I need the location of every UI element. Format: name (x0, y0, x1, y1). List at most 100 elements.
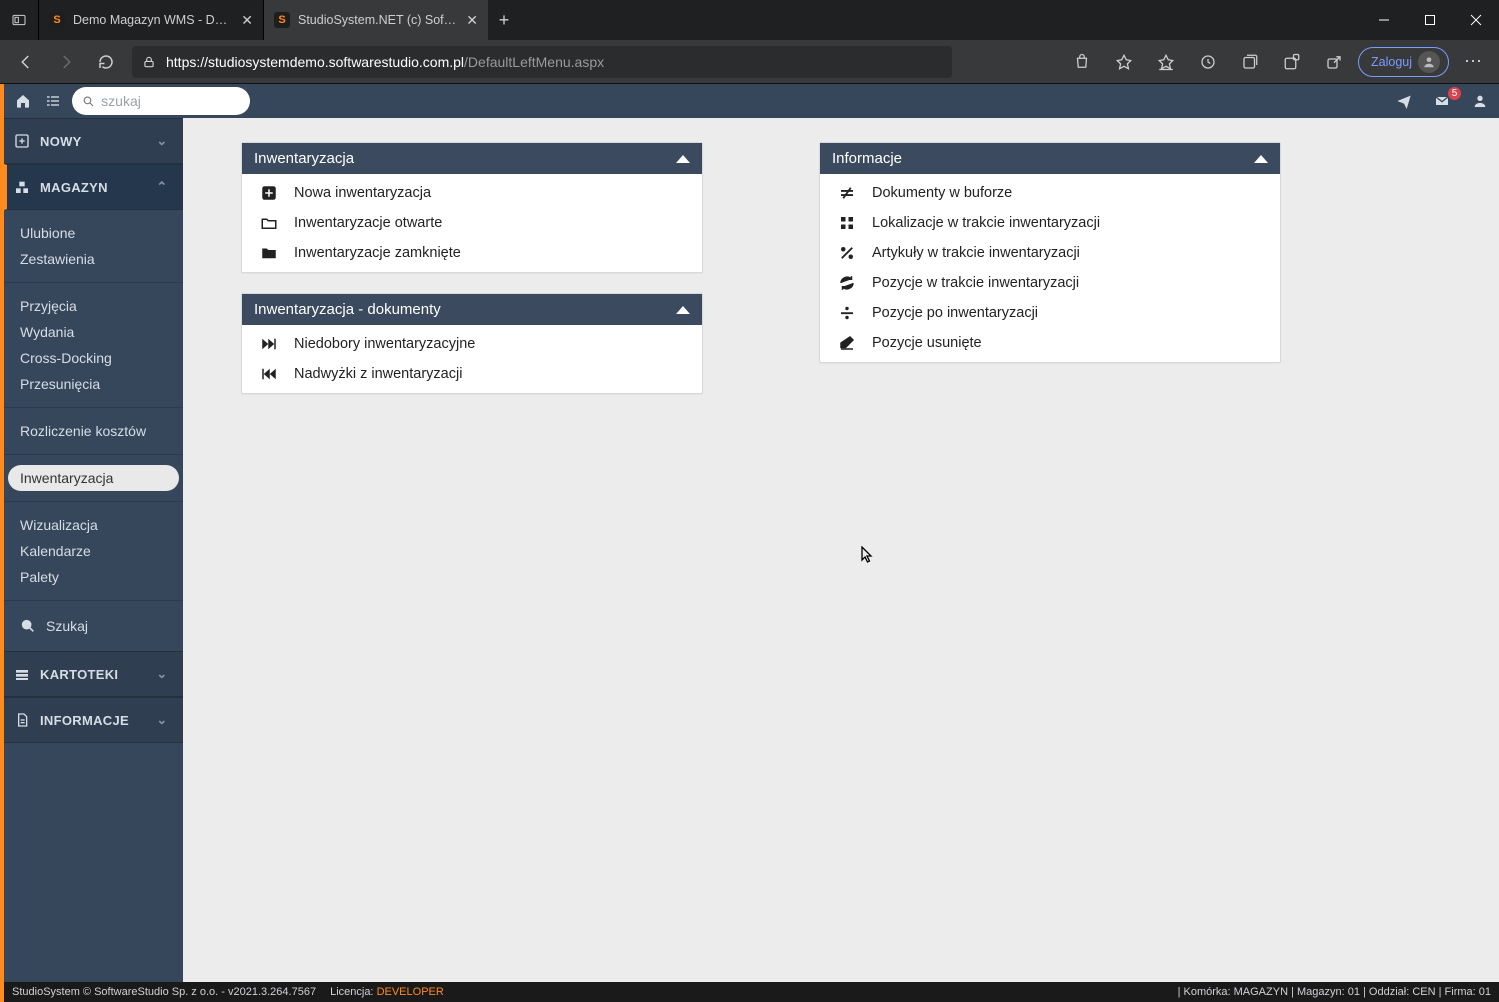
folder-open-icon (258, 214, 280, 232)
nav-forward-button[interactable] (48, 44, 84, 80)
panel-header[interactable]: Informacje (820, 143, 1280, 174)
status-context: | Komórka: MAGAZYN | Magazyn: 01 | Oddzi… (1178, 986, 1491, 998)
status-license: Licencja: DEVELOPER (330, 986, 444, 998)
browser-titlebar: S Demo Magazyn WMS - Demo o… ✕ S StudioS… (0, 0, 1499, 40)
tab-close-icon[interactable]: ✕ (466, 12, 478, 29)
sidebar-item-palety[interactable]: Palety (8, 564, 179, 590)
window-minimize-button[interactable] (1361, 0, 1407, 40)
refresh-icon (836, 274, 858, 292)
panel-header[interactable]: Inwentaryzacja (242, 143, 702, 174)
row-dokumenty-bufor[interactable]: Dokumenty w buforze (820, 178, 1280, 208)
main-content: Inwentaryzacja Nowa inwentaryzacja Inwen… (183, 118, 1499, 982)
eraser-icon (836, 334, 858, 352)
favicon-icon: S (49, 12, 65, 28)
mail-badge: 5 (1448, 87, 1461, 100)
extensions-icon[interactable] (1274, 44, 1310, 80)
browser-menu-button[interactable]: ⋯ (1455, 44, 1491, 80)
window-close-button[interactable] (1453, 0, 1499, 40)
row-lokalizacje[interactable]: Lokalizacje w trakcie inwentaryzacji (820, 208, 1280, 238)
plus-box-icon (258, 184, 280, 202)
sidebar-item-przyjecia[interactable]: Przyjęcia (8, 293, 179, 319)
search-input[interactable] (101, 93, 240, 109)
url-host: https://studiosystemdemo.softwarestudio.… (166, 54, 604, 70)
sidebar-item-ulubione[interactable]: Ulubione (8, 220, 179, 246)
sidebar-item-szukaj[interactable]: Szukaj (8, 611, 179, 641)
search-icon (82, 94, 95, 109)
toggle-menu-icon[interactable] (42, 90, 64, 112)
sidebar: NOWY ⌄ MAGAZYN ⌃ Ulubione Zestawienia Pr… (4, 118, 183, 982)
row-pozycje-po[interactable]: Pozycje po inwentaryzacji (820, 298, 1280, 328)
collapse-icon[interactable] (1254, 155, 1268, 163)
search-box[interactable] (72, 87, 250, 115)
cat-label: MAGAZYN (40, 180, 108, 195)
collections-icon[interactable] (1232, 44, 1268, 80)
window-maximize-button[interactable] (1407, 0, 1453, 40)
chevron-up-icon: ⌃ (151, 179, 173, 195)
row-nadwyzki[interactable]: Nadwyżki z inwentaryzacji (242, 359, 702, 389)
divide-icon (836, 304, 858, 322)
row-inwentaryzacje-otwarte[interactable]: Inwentaryzacje otwarte (242, 208, 702, 238)
row-inwentaryzacje-zamkniete[interactable]: Inwentaryzacje zamknięte (242, 238, 702, 268)
collapse-icon[interactable] (676, 306, 690, 314)
not-equal-icon (836, 184, 858, 202)
home-icon[interactable] (12, 90, 34, 112)
nav-reload-button[interactable] (88, 44, 124, 80)
tab-title: StudioSystem.NET (c) SoftwareSt… (298, 13, 458, 27)
panel-inwentaryzacja: Inwentaryzacja Nowa inwentaryzacja Inwen… (241, 142, 703, 273)
sidebar-cat-informacje[interactable]: INFORMACJE ⌄ (4, 697, 183, 743)
share-icon[interactable] (1316, 44, 1352, 80)
tab-close-icon[interactable]: ✕ (241, 12, 253, 29)
cat-label: KARTOTEKI (40, 667, 118, 682)
tab-overview-button[interactable] (0, 0, 38, 40)
favorites-bar-icon[interactable] (1148, 44, 1184, 80)
grid-icon (836, 214, 858, 232)
panel-title: Informacje (832, 150, 902, 167)
panel-informacje: Informacje Dokumenty w buforze Lokalizac… (819, 142, 1281, 363)
panel-title: Inwentaryzacja (254, 150, 354, 167)
sidebar-cat-nowy[interactable]: NOWY ⌄ (4, 118, 183, 164)
panel-dokumenty: Inwentaryzacja - dokumenty Niedobory inw… (241, 293, 703, 394)
favorite-icon[interactable] (1106, 44, 1142, 80)
sidebar-item-crossdocking[interactable]: Cross-Docking (8, 345, 179, 371)
lock-icon (142, 55, 156, 69)
send-icon[interactable] (1393, 90, 1415, 112)
login-label: Zaloguj (1371, 55, 1412, 69)
chevron-down-icon: ⌄ (151, 712, 173, 728)
rewind-icon (258, 365, 280, 383)
sidebar-item-przesuniecia[interactable]: Przesunięcia (8, 371, 179, 397)
sidebar-item-kalendarze[interactable]: Kalendarze (8, 538, 179, 564)
browser-login-button[interactable]: Zaloguj (1358, 47, 1449, 77)
row-pozycje-usuniete[interactable]: Pozycje usunięte (820, 328, 1280, 358)
panel-title: Inwentaryzacja - dokumenty (254, 301, 441, 318)
browser-address-bar: https://studiosystemdemo.softwarestudio.… (0, 40, 1499, 84)
sidebar-item-wydania[interactable]: Wydania (8, 319, 179, 345)
sidebar-cat-kartoteki[interactable]: KARTOTEKI ⌄ (4, 651, 183, 697)
sidebar-cat-magazyn[interactable]: MAGAZYN ⌃ (4, 164, 183, 210)
reading-list-icon[interactable] (1190, 44, 1226, 80)
mail-icon[interactable]: 5 (1431, 90, 1453, 112)
sidebar-item-zestawienia[interactable]: Zestawienia (8, 246, 179, 272)
sidebar-item-inwentaryzacja[interactable]: Inwentaryzacja (8, 465, 179, 491)
app-topbar: 5 (4, 84, 1499, 118)
browser-tab-1[interactable]: S Demo Magazyn WMS - Demo o… ✕ (38, 0, 263, 40)
cat-label: NOWY (40, 134, 82, 149)
shopping-icon[interactable] (1064, 44, 1100, 80)
collapse-icon[interactable] (676, 155, 690, 163)
status-bar: StudioSystem © SoftwareStudio Sp. z o.o.… (4, 982, 1499, 1002)
user-icon[interactable] (1469, 90, 1491, 112)
chevron-down-icon: ⌄ (151, 133, 173, 149)
row-niedobory[interactable]: Niedobory inwentaryzacyjne (242, 329, 702, 359)
row-artykuly[interactable]: Artykuły w trakcie inwentaryzacji (820, 238, 1280, 268)
row-nowa-inwentaryzacja[interactable]: Nowa inwentaryzacja (242, 178, 702, 208)
browser-tab-2[interactable]: S StudioSystem.NET (c) SoftwareSt… ✕ (263, 0, 488, 40)
row-pozycje-trakcie[interactable]: Pozycje w trakcie inwentaryzacji (820, 268, 1280, 298)
favicon-icon: S (274, 12, 290, 28)
new-tab-button[interactable]: + (488, 10, 520, 31)
mouse-cursor-icon (861, 546, 875, 564)
url-field[interactable]: https://studiosystemdemo.softwarestudio.… (132, 46, 952, 78)
panel-header[interactable]: Inwentaryzacja - dokumenty (242, 294, 702, 325)
sidebar-item-rozliczenie[interactable]: Rozliczenie kosztów (8, 418, 179, 444)
tab-title: Demo Magazyn WMS - Demo o… (73, 13, 233, 27)
nav-back-button[interactable] (8, 44, 44, 80)
sidebar-item-wizualizacja[interactable]: Wizualizacja (8, 512, 179, 538)
